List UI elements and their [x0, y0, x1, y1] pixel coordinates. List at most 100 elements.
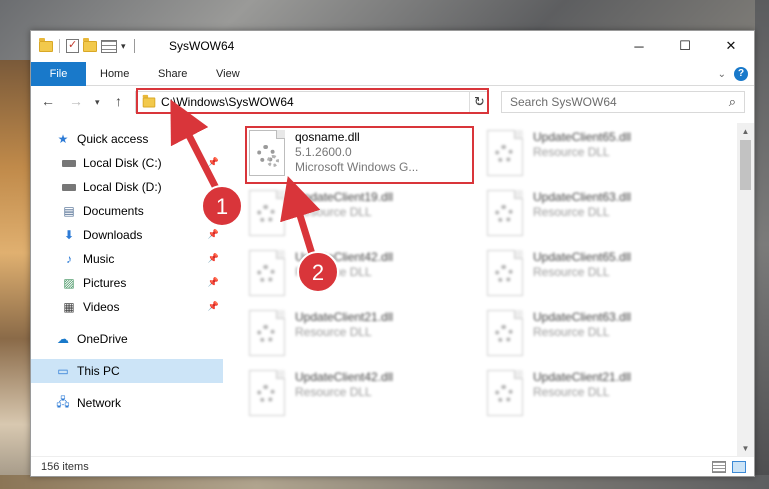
file-tile[interactable]: UpdateClient65.dll Resource DLL	[481, 126, 709, 180]
cloud-icon: ☁	[57, 332, 69, 346]
pin-icon: 📌	[207, 277, 219, 287]
search-input[interactable]	[502, 92, 712, 112]
sidebar-item-label: Local Disk (D:)	[83, 180, 162, 194]
help-icon[interactable]: ?	[734, 67, 748, 81]
file-name: UpdateClient63.dll	[533, 310, 632, 324]
search-icon[interactable]: ⌕	[729, 94, 736, 110]
file-tile[interactable]: UpdateClient63.dll Resource DLL	[481, 186, 709, 240]
file-description: Resource DLL	[295, 385, 372, 399]
file-tile[interactable]: UpdateClient63.dll Resource DLL	[481, 306, 709, 360]
pin-icon: 📌	[207, 253, 219, 263]
sidebar-item-label: Videos	[83, 300, 120, 314]
sidebar-item-downloads[interactable]: ⬇ Downloads 📌	[31, 223, 223, 247]
forward-arrow-icon[interactable]: →	[69, 93, 83, 109]
tab-view[interactable]: View	[216, 62, 240, 86]
up-arrow-icon[interactable]: ↑	[115, 93, 122, 109]
file-name: UpdateClient21.dll	[533, 370, 632, 384]
dll-file-icon	[249, 190, 285, 236]
sidebar-item-onedrive[interactable]: ☁ OneDrive	[31, 327, 223, 351]
maximize-button[interactable]: ☐	[662, 31, 708, 61]
pin-icon: 📌	[207, 229, 219, 239]
new-folder-icon[interactable]	[83, 37, 97, 52]
back-arrow-icon[interactable]: ←	[41, 93, 55, 109]
music-icon: ♪	[66, 252, 72, 266]
computer-icon: ▭	[57, 364, 69, 378]
details-view-icon[interactable]	[712, 461, 726, 473]
address-bar-highlight	[136, 88, 489, 114]
folder-icon	[39, 37, 53, 52]
close-button[interactable]: ✕	[708, 31, 754, 61]
view-switcher	[712, 461, 746, 473]
sidebar-item-label: Downloads	[83, 228, 143, 242]
file-tile[interactable]: UpdateClient65.dll Resource DLL	[481, 246, 709, 300]
file-description: Resource DLL	[533, 265, 610, 279]
star-icon: ★	[57, 132, 69, 146]
view-details-icon[interactable]	[101, 39, 117, 53]
file-tile[interactable]: UpdateClient42.dll Resource DLL	[243, 246, 471, 300]
vertical-scrollbar[interactable]: ▲ ▼	[737, 123, 754, 457]
file-description: Resource DLL	[295, 265, 372, 279]
window-controls: ─ ☐ ✕	[616, 31, 754, 61]
file-name: UpdateClient63.dll	[533, 190, 632, 204]
tab-share[interactable]: Share	[158, 62, 187, 86]
file-name: UpdateClient19.dll	[295, 190, 394, 204]
dll-file-icon	[487, 130, 523, 176]
sidebar-item-label: This PC	[77, 364, 120, 378]
tiles-view-icon[interactable]	[732, 461, 746, 473]
documents-icon: ▤	[63, 204, 75, 218]
sidebar-item-label: OneDrive	[77, 332, 128, 346]
dll-file-icon	[487, 190, 523, 236]
drive-icon	[61, 180, 77, 194]
network-icon: 🖧	[56, 394, 70, 409]
sidebar-item-label: Network	[77, 396, 122, 410]
desktop-wallpaper	[0, 60, 30, 489]
ribbon-right: ⌄ ?	[718, 67, 748, 81]
file-tile[interactable]: UpdateClient21.dll Resource DLL	[243, 306, 471, 360]
dll-file-icon	[487, 310, 523, 356]
sidebar-item-this-pc[interactable]: ▭ This PC	[31, 359, 223, 383]
file-description: Resource DLL	[533, 205, 610, 219]
file-name: UpdateClient21.dll	[295, 310, 394, 324]
recent-locations-chevron-icon[interactable]: ▾	[95, 97, 100, 108]
sidebar-item-videos[interactable]: ▦ Videos 📌	[31, 295, 223, 319]
sidebar-item-quick-access[interactable]: ★ Quick access	[31, 127, 223, 151]
sidebar-item-documents[interactable]: ▤ Documents 📌	[31, 199, 223, 223]
file-tile[interactable]: UpdateClient42.dll Resource DLL	[243, 366, 471, 420]
pin-icon: 📌	[207, 205, 219, 215]
sidebar-item-network[interactable]: 🖧 Network	[31, 391, 223, 415]
file-tile[interactable]: UpdateClient19.dll Resource DLL	[243, 186, 471, 240]
file-name: UpdateClient65.dll	[533, 130, 632, 144]
sidebar-item-music[interactable]: ♪ Music 📌	[31, 247, 223, 271]
ribbon-tabs: File Home Share View ⌄ ?	[31, 62, 754, 86]
file-highlight	[245, 126, 474, 184]
sidebar-item-label: Documents	[83, 204, 144, 218]
tab-home[interactable]: Home	[100, 62, 129, 86]
status-bar: 156 items	[31, 456, 754, 478]
properties-icon[interactable]	[66, 38, 79, 53]
dll-file-icon	[249, 250, 285, 296]
file-description: Resource DLL	[295, 325, 372, 339]
dll-file-icon	[487, 370, 523, 416]
scrollbar-thumb[interactable]	[740, 140, 751, 190]
file-name: UpdateClient42.dll	[295, 370, 394, 384]
pictures-icon: ▨	[63, 276, 75, 290]
search-box[interactable]: ⌕	[501, 91, 745, 113]
quick-access-toolbar: ▾	[39, 37, 135, 53]
sidebar-item-pictures[interactable]: ▨ Pictures 📌	[31, 271, 223, 295]
title-divider	[133, 39, 135, 53]
drive-icon	[61, 156, 77, 170]
minimize-button[interactable]: ─	[616, 31, 662, 61]
customize-toolbar-chevron-icon[interactable]: ▾	[121, 41, 126, 52]
sidebar-item-local-disk-d[interactable]: Local Disk (D:)	[31, 175, 223, 199]
chevron-down-icon[interactable]: ⌄	[718, 69, 726, 80]
dll-file-icon	[249, 310, 285, 356]
sidebar-item-local-disk-c[interactable]: Local Disk (C:) 📌	[31, 151, 223, 175]
pin-icon: 📌	[207, 301, 219, 311]
scroll-down-icon[interactable]: ▼	[737, 440, 754, 457]
file-tile[interactable]: UpdateClient21.dll Resource DLL	[481, 366, 709, 420]
scroll-up-icon[interactable]: ▲	[737, 123, 754, 140]
window-title: SysWOW64	[169, 39, 235, 53]
sidebar-item-label: Quick access	[77, 132, 149, 146]
tab-file[interactable]: File	[31, 62, 86, 86]
sidebar-item-label: Music	[83, 252, 115, 266]
